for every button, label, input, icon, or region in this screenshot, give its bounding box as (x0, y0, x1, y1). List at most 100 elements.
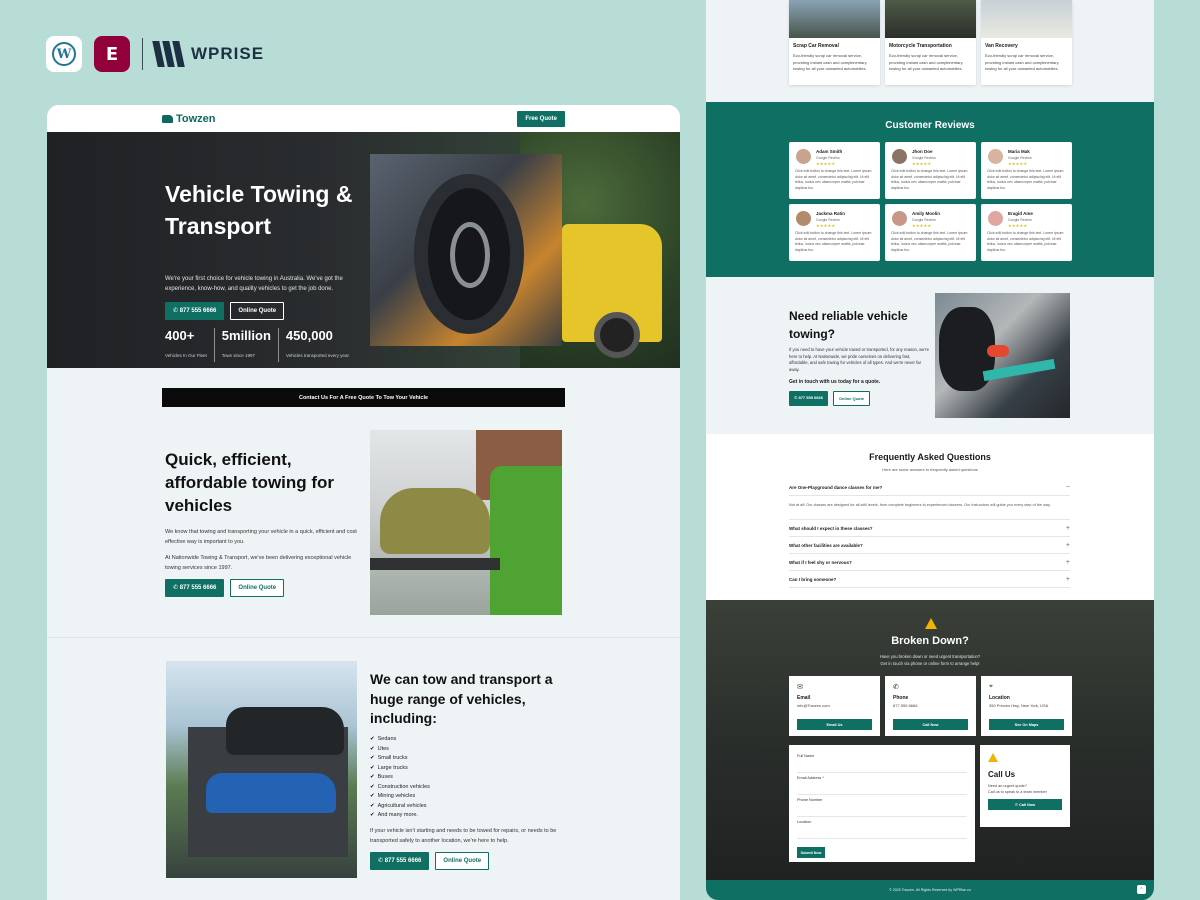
list-item: ✔ Large trucks (370, 764, 408, 771)
list-item: ✔ Agricultural vehicles (370, 802, 427, 809)
hero-buttons: ✆ 877 555 6666 Online Quote (165, 302, 285, 320)
section3-title: We can tow and transport a huge range of… (370, 671, 553, 726)
need-quote-button[interactable]: Online Quote (832, 391, 871, 406)
section2-text-2: At Nationwide Towing & Transport, we've … (165, 555, 352, 571)
homepage-preview-left: Towzen Free Quote Vehicle Towing & Trans… (47, 105, 680, 900)
call-now-button[interactable]: Call Now (893, 719, 968, 730)
homepage-preview-right: Scrap Car Removal Eco-friendly scrap car … (706, 0, 1154, 900)
scroll-top-icon[interactable]: ⌃ (1137, 885, 1146, 894)
reviews-grid: Adam Smith Google Review ★★★★★ Click edit b… (789, 142, 1072, 261)
brand-row: W E WPRISE (46, 36, 264, 72)
divider (142, 38, 143, 70)
reviews-title: Customer Reviews (885, 120, 975, 131)
broken-down-section: Broken Down? Have you broken down or nee… (706, 600, 1154, 880)
section2-title: Quick, efficient, affordable towing for … (165, 450, 335, 515)
faq-answer: Not at all! Our classes are designed for… (789, 496, 1070, 520)
section2-phone-button[interactable]: ✆ 877 555 6666 (165, 579, 225, 597)
star-rating-icon: ★★★★★ (816, 223, 836, 228)
avatar (988, 211, 1003, 226)
wordpress-logo: W (46, 36, 82, 72)
star-rating-icon: ★★★★★ (1008, 161, 1028, 166)
plus-icon: + (1065, 541, 1070, 549)
full-name-field[interactable]: Full Name (797, 751, 967, 773)
service-cards: Scrap Car Removal Eco-friendly scrap car … (789, 0, 1072, 85)
hero-tire-photo (370, 154, 562, 346)
section2-quote-button[interactable]: Online Quote (230, 579, 285, 597)
avatar (796, 211, 811, 226)
hero-text: We're your first choice for vehicle towi… (165, 276, 343, 292)
vehicle-list: ✔ Sedans ✔ Utes ✔ Small trucks ✔ Large truck… (370, 735, 430, 821)
broken-title: Broken Down? (891, 635, 969, 647)
stat-transported: 450,000 Vehicles transported every year (285, 328, 349, 358)
avatar (892, 149, 907, 164)
call-now-button[interactable]: ✆ Call Now (988, 799, 1062, 810)
site-logo[interactable]: Towzen (162, 113, 216, 125)
see-on-maps-button[interactable]: See On Maps (989, 719, 1064, 730)
review-card: Maria Mak Google Review ★★★★★ Click edit bu… (981, 142, 1072, 199)
free-quote-button[interactable]: Free Quote (517, 110, 565, 127)
warning-icon (925, 618, 937, 629)
section2-buttons: ✆ 877 555 6666 Online Quote (165, 579, 285, 597)
faq-item[interactable]: What if I feel shy or nervous? + (789, 554, 1070, 571)
avatar (988, 149, 1003, 164)
phone-field[interactable]: Phone Number (797, 795, 967, 817)
email-us-button[interactable]: Email Us (797, 719, 872, 730)
faq-section: Frequently Asked Questions Here are some… (706, 434, 1154, 600)
stat-fleet: 400+ Vehicles In Our Fleet (165, 328, 215, 362)
location-card: ⌖ Location 350 Princes Hwy, New York, USA S… (981, 676, 1072, 736)
tow-truck-icon (162, 114, 173, 123)
avatar (892, 211, 907, 226)
faq-item[interactable]: What other facilities are available? + (789, 537, 1070, 554)
plus-icon: + (1065, 558, 1070, 566)
email-card: ✉ Email info@Towzen.com Email Us (789, 676, 880, 736)
avatar (796, 149, 811, 164)
plus-icon: + (1065, 524, 1070, 532)
hero-quote-button[interactable]: Online Quote (230, 302, 285, 320)
stat-tows: 5million Tows since 1997 (222, 328, 279, 362)
list-item: ✔ Construction vehicles (370, 783, 430, 790)
review-card: Eragid Ame Google Review ★★★★★ Click edit b… (981, 204, 1072, 261)
contact-cta-bar[interactable]: Contact Us For A Free Quote To Tow Your … (162, 388, 565, 407)
hero-stats: 400+ Vehicles In Our Fleet 5million Tows s… (165, 328, 363, 362)
review-card: Adam Smith Google Review ★★★★★ Click edit b… (789, 142, 880, 199)
warning-icon (988, 753, 998, 762)
service-card-van[interactable]: Van Recovery Eco-friendly scrap car remov… (981, 0, 1072, 85)
mechanic-photo (935, 293, 1070, 418)
location-field[interactable]: Location (797, 817, 967, 839)
hero-bg-wheel (594, 312, 640, 358)
star-rating-icon: ★★★★★ (912, 223, 932, 228)
need-phone-button[interactable]: ✆ 877 555 6666 (789, 391, 828, 406)
faq-subtitle: Here are some answers to frequently aske… (882, 467, 978, 472)
minus-icon: − (1065, 483, 1070, 491)
hero-phone-button[interactable]: ✆ 877 555 6666 (165, 302, 225, 320)
wprise-mark-icon (152, 41, 185, 67)
site-footer: © 2025 Towzen. All Rights Reserved by WP… (706, 880, 1154, 900)
faq-item-open[interactable]: Are One-Playground dance classes for me?… (789, 479, 1070, 496)
list-item: ✔ Small trucks (370, 755, 408, 761)
email-field[interactable]: Email Address * (797, 773, 967, 795)
section2-text-1: We know that towing and transporting you… (165, 529, 357, 545)
faq-item[interactable]: What should I expect in these classes? + (789, 520, 1070, 537)
broken-subtitle: Have you broken down or need urgent tran… (879, 654, 981, 666)
review-card: Amily Moolin Google Review ★★★★★ Click edit… (885, 204, 976, 261)
list-item: ✔ And many more. (370, 812, 418, 818)
need-bold-text: Get in touch with us today for a quote. (789, 379, 881, 385)
plus-icon: + (1065, 575, 1070, 583)
section-divider (47, 637, 680, 638)
contact-form: Full Name Email Address * Phone Number L… (789, 745, 975, 862)
phone-icon: ✆ (893, 684, 899, 691)
need-text: If you need to have your vehicle towed o… (789, 347, 929, 372)
submit-button[interactable]: Submit Now (797, 847, 825, 858)
service-card-motorcycle[interactable]: Motorcycle Transportation Eco-friendly sc… (885, 0, 976, 85)
need-buttons: ✆ 877 555 6666 Online Quote (789, 391, 871, 406)
section3-text: If your vehicle isn't starting and needs… (370, 828, 557, 844)
list-item: ✔ Buses (370, 774, 393, 780)
faq-list: Are One-Playground dance classes for me?… (789, 479, 1070, 588)
service-card-scrap[interactable]: Scrap Car Removal Eco-friendly scrap car … (789, 0, 880, 85)
section3-phone-button[interactable]: ✆ 877 555 6666 (370, 852, 430, 870)
hero-section: Vehicle Towing & Transport We're your fi… (47, 132, 680, 368)
wprise-logo: WPRISE (152, 41, 264, 67)
section3-quote-button[interactable]: Online Quote (435, 852, 490, 870)
faq-item[interactable]: Can I bring someone? + (789, 571, 1070, 588)
site-navbar: Towzen Free Quote (47, 105, 680, 132)
